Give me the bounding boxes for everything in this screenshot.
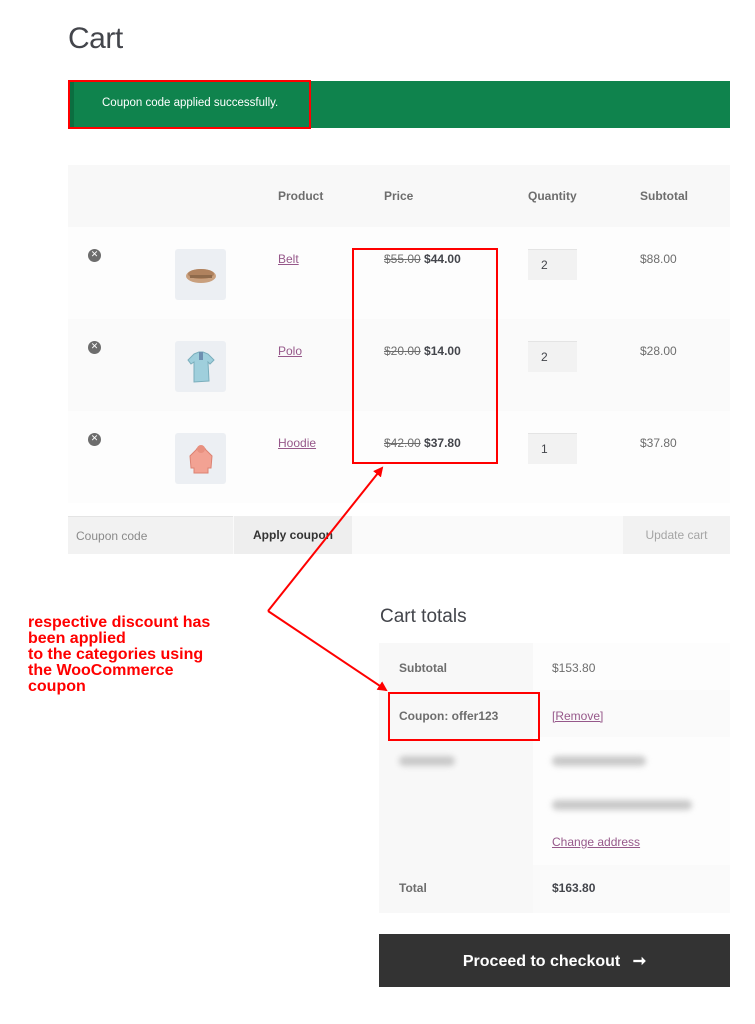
shipping-row: Change address — [379, 737, 730, 865]
annotation-text: respective discount has been applied to … — [28, 615, 210, 695]
product-link[interactable]: Polo — [278, 344, 302, 358]
regular-price: $42.00 — [384, 436, 421, 450]
line-subtotal: $28.00 — [640, 344, 677, 358]
proceed-to-checkout-button[interactable]: Proceed to checkout ➞ — [379, 934, 730, 987]
header-product: Product — [278, 189, 324, 203]
polo-image[interactable] — [175, 341, 226, 392]
annotation-line: been applied — [28, 630, 126, 647]
regular-price: $20.00 — [384, 344, 421, 358]
sale-price: $37.80 — [424, 436, 461, 450]
checkout-label: Proceed to checkout — [462, 952, 621, 970]
annotation-line: coupon — [28, 678, 86, 695]
annotation-line: respective discount has — [28, 614, 211, 631]
price: $20.00 $14.00 — [384, 344, 461, 358]
remove-circle-icon[interactable]: ✕ — [88, 433, 101, 446]
shipping-address-blurred — [552, 800, 692, 810]
total-row: Total $163.80 — [379, 865, 730, 913]
coupon-row: Coupon: offer123 [Remove] — [379, 690, 730, 737]
table-row: ✕ Hoodie $42.00 $37.80 1 $37.80 — [68, 411, 730, 503]
annotation-line: to the categories using — [28, 646, 204, 663]
coupon-code-input[interactable] — [68, 516, 233, 554]
header-subtotal: Subtotal — [640, 189, 688, 203]
product-link[interactable]: Belt — [278, 252, 299, 266]
arrow-to-coupon — [267, 610, 388, 692]
quantity-input[interactable]: 2 — [528, 249, 577, 280]
update-cart-button[interactable]: Update cart — [623, 516, 730, 554]
sale-price: $14.00 — [424, 344, 461, 358]
notice-message: Coupon code applied successfully. — [102, 97, 279, 109]
shipping-label-blurred — [399, 756, 455, 766]
remove-circle-icon[interactable]: ✕ — [88, 341, 101, 354]
annotation-line: the WooCommerce — [28, 662, 174, 679]
change-address-link[interactable]: Change address — [552, 835, 640, 849]
page-title: Cart — [68, 22, 123, 55]
cart-actions: Apply coupon Update cart — [68, 516, 730, 554]
table-header: Product Price Quantity Subtotal — [68, 165, 730, 227]
remove-circle-icon[interactable]: ✕ — [88, 249, 101, 262]
table-row: ✕ Belt $55.00 $44.00 2 $88.00 — [68, 227, 730, 319]
line-subtotal: $37.80 — [640, 436, 677, 450]
quantity-input[interactable]: 1 — [528, 433, 577, 464]
remove-coupon-link[interactable]: [Remove] — [552, 709, 603, 723]
cart-totals-title: Cart totals — [380, 606, 467, 627]
regular-price: $55.00 — [384, 252, 421, 266]
subtotal-value: $153.80 — [533, 643, 730, 690]
sale-price: $44.00 — [424, 252, 461, 266]
subtotal-row: Subtotal $153.80 — [379, 643, 730, 690]
header-quantity: Quantity — [528, 189, 577, 203]
shipping-method-blurred — [552, 756, 646, 766]
success-notice: Coupon code applied successfully. — [68, 81, 730, 128]
quantity-input[interactable]: 2 — [528, 341, 577, 372]
apply-coupon-button[interactable]: Apply coupon — [234, 516, 352, 554]
total-value: $163.80 — [533, 865, 730, 913]
total-label: Total — [379, 865, 533, 913]
header-price: Price — [384, 189, 414, 203]
cart-table: Product Price Quantity Subtotal ✕ Belt $… — [68, 165, 730, 503]
belt-image[interactable] — [175, 249, 226, 300]
table-row: ✕ Polo $20.00 $14.00 2 $28.00 — [68, 319, 730, 411]
coupon-label: Coupon: offer123 — [379, 690, 533, 737]
product-link[interactable]: Hoodie — [278, 436, 316, 450]
line-subtotal: $88.00 — [640, 252, 677, 266]
cart-totals-table: Subtotal $153.80 Coupon: offer123 [Remov… — [379, 643, 730, 913]
hoodie-image[interactable] — [175, 433, 226, 484]
price: $55.00 $44.00 — [384, 252, 461, 266]
arrow-right-icon: ➞ — [632, 952, 647, 970]
subtotal-label: Subtotal — [379, 643, 533, 690]
price: $42.00 $37.80 — [384, 436, 461, 450]
